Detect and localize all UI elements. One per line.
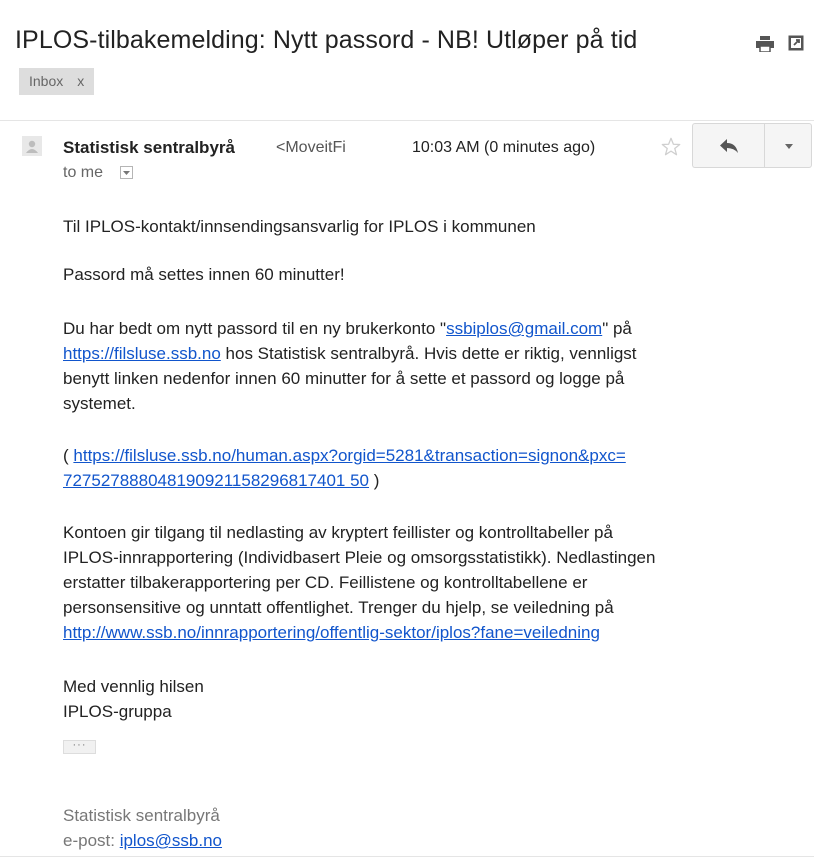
- divider: [0, 120, 814, 121]
- signon-link-cont[interactable]: 727527888048190921158296817401 50: [63, 471, 369, 490]
- text: " på: [602, 319, 632, 338]
- text: systemet.: [63, 394, 136, 413]
- text: IPLOS-innrapportering (Individbasert Ple…: [63, 548, 656, 567]
- sender-email: <MoveitFi: [276, 139, 346, 156]
- label-chip-inbox: Inbox x: [19, 68, 95, 95]
- remove-label-button[interactable]: x: [77, 73, 84, 89]
- body-closing: Med vennlig hilsen IPLOS-gruppa: [63, 674, 803, 724]
- body-greeting: Til IPLOS-kontakt/innsendingsansvarlig f…: [63, 217, 536, 236]
- label-chip-text: Inbox: [29, 73, 64, 89]
- signature-email-link[interactable]: iplos@ssb.no: [120, 831, 222, 850]
- recipient-summary: to me: [63, 164, 104, 181]
- team-name: IPLOS-gruppa: [63, 702, 172, 721]
- filsluse-link[interactable]: https://filsluse.ssb.no: [63, 344, 221, 363]
- text: e-post:: [63, 831, 120, 850]
- body-signon-link-block: ( https://filsluse.ssb.no/human.aspx?org…: [63, 443, 803, 493]
- avatar-icon: [22, 136, 42, 156]
- signature-org: Statistisk sentralbyrå: [63, 806, 220, 825]
- text: Kontoen gir tilgang til nedlasting av kr…: [63, 523, 613, 542]
- text: hos Statistisk sentralbyrå. Hvis dette e…: [220, 344, 637, 363]
- signature-email-line: e-post: iplos@ssb.no: [63, 828, 222, 853]
- signon-link[interactable]: https://filsluse.ssb.no/human.aspx?orgid…: [73, 446, 625, 465]
- text: benytt linken nedenfor innen 60 minutter…: [63, 369, 625, 388]
- reply-button[interactable]: [692, 123, 764, 168]
- caret-down-icon: [123, 171, 130, 175]
- text: ): [369, 471, 380, 490]
- star-icon[interactable]: [660, 136, 682, 158]
- text: (: [63, 446, 74, 465]
- message-timestamp: 10:03 AM (0 minutes ago): [412, 139, 596, 156]
- print-icon[interactable]: [756, 36, 774, 52]
- guidance-link[interactable]: http://www.ssb.no/innrapportering/offent…: [63, 623, 600, 642]
- more-actions-button[interactable]: [764, 123, 812, 168]
- text: personsensitive og unntatt offentlighet.…: [63, 598, 614, 617]
- show-details-button[interactable]: [120, 166, 133, 179]
- body-paragraph-account: Du har bedt om nytt passord til en ny br…: [63, 316, 803, 416]
- closing-text: Med vennlig hilsen: [63, 677, 204, 696]
- body-paragraph-info: Kontoen gir tilgang til nedlasting av kr…: [63, 520, 803, 645]
- account-email-link[interactable]: ssbiplos@gmail.com: [446, 319, 602, 338]
- text: erstatter tilbakerapportering per CD. Fe…: [63, 573, 588, 592]
- chevron-down-icon: [785, 144, 793, 149]
- show-trimmed-content-button[interactable]: ···: [63, 740, 96, 754]
- divider: [0, 856, 814, 857]
- body-warning: Passord må settes innen 60 minutter!: [63, 265, 345, 284]
- new-window-icon[interactable]: [788, 35, 804, 51]
- text: Du har bedt om nytt passord til en ny br…: [63, 319, 447, 338]
- reply-icon: [720, 139, 738, 153]
- sender-name[interactable]: Statistisk sentralbyrå: [63, 138, 235, 158]
- email-subject: IPLOS-tilbakemelding: Nytt passord - NB!…: [15, 26, 638, 54]
